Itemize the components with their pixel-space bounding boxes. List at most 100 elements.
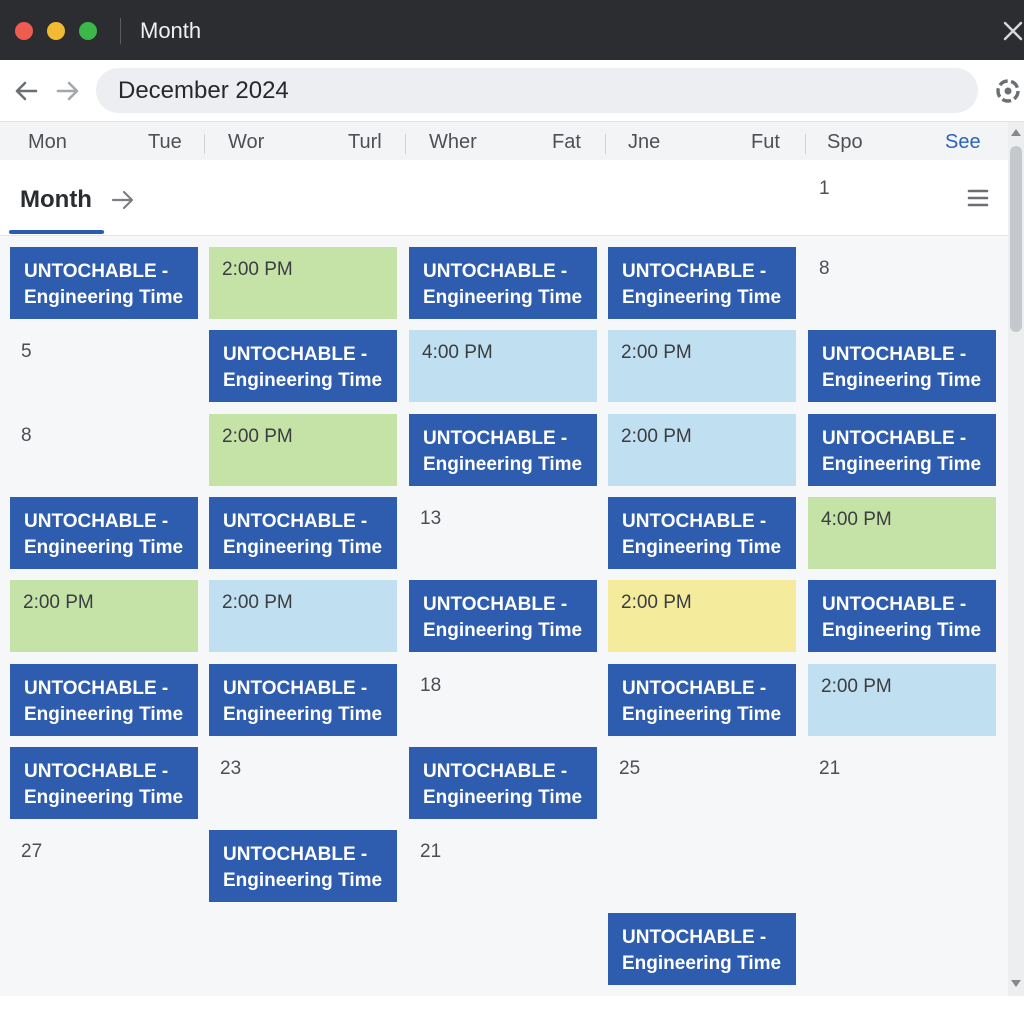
close-icon[interactable] xyxy=(1000,18,1024,44)
event-block[interactable]: 2:00 PM xyxy=(209,580,397,652)
event-block[interactable]: 2:00 PM xyxy=(608,330,796,402)
event-title: UNTOCHABLE - Engineering Time xyxy=(423,259,582,311)
day-number: 21 xyxy=(420,841,442,862)
event-title: UNTOCHABLE - Engineering Time xyxy=(24,759,183,811)
event-block[interactable]: UNTOCHABLE - Engineering Time xyxy=(209,830,397,902)
weekday-divider xyxy=(605,134,606,154)
event-title-line1: UNTOCHABLE - xyxy=(423,261,568,282)
day-number: 23 xyxy=(220,758,242,779)
back-arrow-icon[interactable] xyxy=(12,77,40,105)
address-bar[interactable]: December 2024 xyxy=(96,68,978,113)
event-block[interactable]: UNTOCHABLE - Engineering Time xyxy=(608,913,796,985)
event-block[interactable]: UNTOCHABLE - Engineering Time xyxy=(608,497,796,569)
event-title-line1: UNTOCHABLE - xyxy=(223,844,368,865)
event-title-line2: Engineering Time xyxy=(622,953,782,974)
event-block[interactable]: UNTOCHABLE - Engineering Time xyxy=(10,747,198,819)
event-time: 2:00 PM xyxy=(23,592,94,613)
event-block[interactable]: UNTOCHABLE - Engineering Time xyxy=(608,664,796,736)
event-time: 2:00 PM xyxy=(621,342,692,363)
title-bar: Month xyxy=(0,0,1024,60)
event-title: UNTOCHABLE - Engineering Time xyxy=(223,676,382,728)
event-title-line2: Engineering Time xyxy=(223,537,383,558)
event-block[interactable]: 4:00 PM xyxy=(808,497,996,569)
event-title-line1: UNTOCHABLE - xyxy=(622,678,767,699)
scroll-down-arrow-icon[interactable] xyxy=(1011,980,1021,987)
event-time: 2:00 PM xyxy=(621,592,692,613)
event-block[interactable]: UNTOCHABLE - Engineering Time xyxy=(409,247,597,319)
event-title-line2: Engineering Time xyxy=(822,454,982,475)
event-title-line2: Engineering Time xyxy=(24,704,184,725)
settings-icon[interactable] xyxy=(993,76,1023,106)
scrollbar-thumb[interactable] xyxy=(1010,146,1022,332)
event-block[interactable]: UNTOCHABLE - Engineering Time xyxy=(808,580,996,652)
tab-month[interactable]: Month xyxy=(20,186,92,214)
weekday-divider xyxy=(405,134,406,154)
minimize-window-button[interactable] xyxy=(47,22,65,40)
weekday-label: Turl xyxy=(348,131,382,153)
event-title-line1: UNTOCHABLE - xyxy=(622,261,767,282)
event-title: UNTOCHABLE - Engineering Time xyxy=(822,592,981,644)
event-block[interactable]: 2:00 PM xyxy=(209,414,397,486)
event-block[interactable]: UNTOCHABLE - Engineering Time xyxy=(409,414,597,486)
event-title-line2: Engineering Time xyxy=(622,287,782,308)
event-title-line1: UNTOCHABLE - xyxy=(423,761,568,782)
close-window-button[interactable] xyxy=(15,22,33,40)
event-title-line1: UNTOCHABLE - xyxy=(24,511,169,532)
event-block[interactable]: UNTOCHABLE - Engineering Time xyxy=(10,497,198,569)
event-title: UNTOCHABLE - Engineering Time xyxy=(24,259,183,311)
event-block[interactable]: UNTOCHABLE - Engineering Time xyxy=(808,330,996,402)
event-title-line2: Engineering Time xyxy=(24,787,184,808)
forward-arrow-icon[interactable] xyxy=(54,77,82,105)
event-block[interactable]: UNTOCHABLE - Engineering Time xyxy=(209,664,397,736)
event-title-line1: UNTOCHABLE - xyxy=(24,261,169,282)
event-title: UNTOCHABLE - Engineering Time xyxy=(622,676,781,728)
weekday-label: Wor xyxy=(228,131,265,153)
day-number: 8 xyxy=(819,258,830,279)
event-block[interactable]: UNTOCHABLE - Engineering Time xyxy=(409,580,597,652)
event-block[interactable]: 2:00 PM xyxy=(808,664,996,736)
event-title-line2: Engineering Time xyxy=(423,454,583,475)
event-title: UNTOCHABLE - Engineering Time xyxy=(24,676,183,728)
event-block[interactable]: 2:00 PM xyxy=(209,247,397,319)
event-block[interactable]: UNTOCHABLE - Engineering Time xyxy=(10,247,198,319)
event-title: UNTOCHABLE - Engineering Time xyxy=(423,592,582,644)
weekday-label: Fut xyxy=(751,131,780,153)
title-divider xyxy=(120,18,121,44)
event-time: 2:00 PM xyxy=(821,676,892,697)
event-block[interactable]: UNTOCHABLE - Engineering Time xyxy=(409,747,597,819)
event-block[interactable]: UNTOCHABLE - Engineering Time xyxy=(808,414,996,486)
event-block[interactable]: 2:00 PM xyxy=(608,580,796,652)
event-title-line1: UNTOCHABLE - xyxy=(223,344,368,365)
maximize-window-button[interactable] xyxy=(79,22,97,40)
see-link[interactable]: See xyxy=(945,131,981,154)
event-title-line2: Engineering Time xyxy=(24,287,184,308)
weekday-label: Mon xyxy=(28,131,67,153)
month-grid: UNTOCHABLE - Engineering Time 2:00 PM UNTOC… xyxy=(0,236,1008,996)
event-time: 2:00 PM xyxy=(222,592,293,613)
event-title-line1: UNTOCHABLE - xyxy=(822,428,967,449)
event-title-line1: UNTOCHABLE - xyxy=(24,761,169,782)
weekday-label: Fat xyxy=(552,131,581,153)
event-title: UNTOCHABLE - Engineering Time xyxy=(423,426,582,478)
day-number: 21 xyxy=(819,758,841,779)
menu-icon[interactable] xyxy=(966,188,990,208)
arrow-right-icon[interactable] xyxy=(110,188,136,212)
scroll-up-arrow-icon[interactable] xyxy=(1011,129,1021,136)
event-block[interactable]: UNTOCHABLE - Engineering Time xyxy=(608,247,796,319)
event-title-line1: UNTOCHABLE - xyxy=(423,428,568,449)
event-title-line1: UNTOCHABLE - xyxy=(223,511,368,532)
event-block[interactable]: UNTOCHABLE - Engineering Time xyxy=(10,664,198,736)
event-time: 4:00 PM xyxy=(821,509,892,530)
event-block[interactable]: UNTOCHABLE - Engineering Time xyxy=(209,330,397,402)
event-block[interactable]: 4:00 PM xyxy=(409,330,597,402)
event-block[interactable]: 2:00 PM xyxy=(608,414,796,486)
event-title-line2: Engineering Time xyxy=(622,537,782,558)
event-block[interactable]: 2:00 PM xyxy=(10,580,198,652)
event-title-line2: Engineering Time xyxy=(24,537,184,558)
event-block[interactable]: UNTOCHABLE - Engineering Time xyxy=(209,497,397,569)
event-title-line2: Engineering Time xyxy=(223,370,383,391)
day-number: 8 xyxy=(21,425,32,446)
calendar-window: Month December 2024 Mon Tue Wor Turl Whe… xyxy=(0,0,1024,1024)
event-title: UNTOCHABLE - Engineering Time xyxy=(622,925,781,977)
event-title-line2: Engineering Time xyxy=(822,620,982,641)
